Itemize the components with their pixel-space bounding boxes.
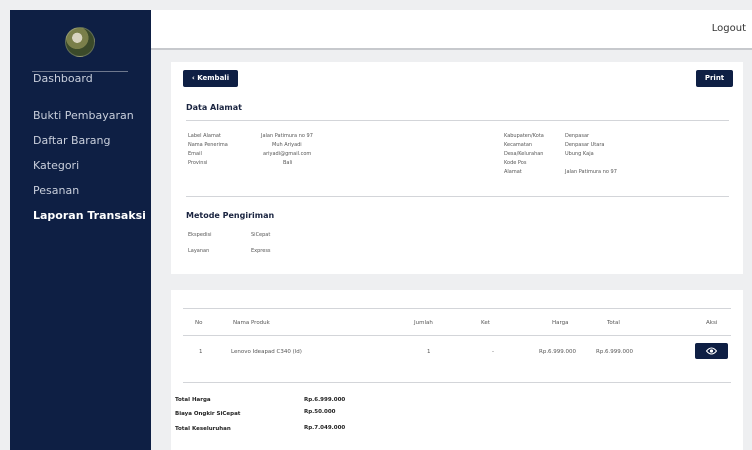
back-button[interactable]: ‹ Kembali [183,70,238,87]
field-value: Denpasar Utara [565,142,605,148]
topbar: Logout [151,10,752,50]
divider [183,308,731,309]
column-header: Aksi [706,320,718,326]
sidebar-item-pesanan[interactable]: Pesanan [33,184,79,197]
field-label: Desa/Kelurahan [504,151,544,157]
field-label: Kabupaten/Kota [504,133,544,139]
address-title: Data Alamat [186,103,242,112]
summary-value: Rp.6.999.000 [304,397,346,403]
logout-link[interactable]: Logout [712,23,746,34]
eye-icon [706,347,717,355]
sidebar-item-kategori[interactable]: Kategori [33,159,79,172]
field-label: Kode Pos [504,160,527,166]
summary-value: Rp.50.000 [304,409,336,415]
field-value: Ubung Kaja [565,151,594,157]
field-value: SiCepat [251,232,271,238]
column-header: Ket [481,320,490,326]
column-header: Harga [552,320,569,326]
detail-card: ‹ Kembali Print Data Alamat Label Alamat… [171,62,743,274]
summary-label: Biaya Ongkir SiCepat [175,411,241,417]
summary-value: Rp.7.049.000 [304,425,346,431]
row-no: 1 [199,349,203,355]
field-value: Denpasar [565,133,590,139]
sidebar: Dashboard Bukti Pembayaran Daftar Barang… [10,10,151,450]
column-header: Total [607,320,620,326]
row-qty: 1 [427,349,431,355]
column-header: Jumlah [414,320,433,326]
sidebar-item-laporan-transaksi[interactable]: Laporan Transaksi [33,209,146,222]
row-product: Lenovo Ideapad C340 (ld) [231,349,302,355]
sidebar-item-dashboard[interactable]: Dashboard [33,72,93,85]
divider [183,382,731,383]
divider [183,335,731,336]
field-value: Muh Ariyadi [272,142,302,148]
row-price: Rp.6.999.000 [539,349,577,355]
field-label: Alamat [504,169,522,175]
sidebar-item-bukti-pembayaran[interactable]: Bukti Pembayaran [33,109,134,122]
field-label: Kecamatan [504,142,533,148]
divider [186,120,729,121]
field-value: Express [251,248,271,254]
row-total: Rp.6.999.000 [596,349,634,355]
field-label: Email [188,151,202,157]
column-header: Nama Produk [233,320,270,326]
field-value: ariyadi@gmail.com [263,151,312,157]
sidebar-item-daftar-barang[interactable]: Daftar Barang [33,134,110,147]
field-label: Nama Penerima [188,142,228,148]
row-note: - [492,349,494,355]
column-header: No [195,320,203,326]
field-label: Provinsi [188,160,208,166]
print-button[interactable]: Print [696,70,733,87]
summary-label: Total Keseluruhan [175,426,231,432]
view-button[interactable] [695,343,728,359]
order-card: No Nama Produk Jumlah Ket Harga Total Ak… [171,290,743,450]
field-value: Jalan Patimura no 97 [565,169,617,175]
field-label: Ekspedisi [188,232,212,238]
field-label: Label Alamat [188,133,221,139]
field-value: Jalan Patimura no 97 [261,133,313,139]
avatar[interactable] [65,27,95,57]
field-value: Bali [283,160,293,166]
field-label: Layanan [188,248,210,254]
summary-label: Total Harga [175,397,211,403]
divider [186,196,729,197]
shipping-title: Metode Pengiriman [186,211,275,220]
